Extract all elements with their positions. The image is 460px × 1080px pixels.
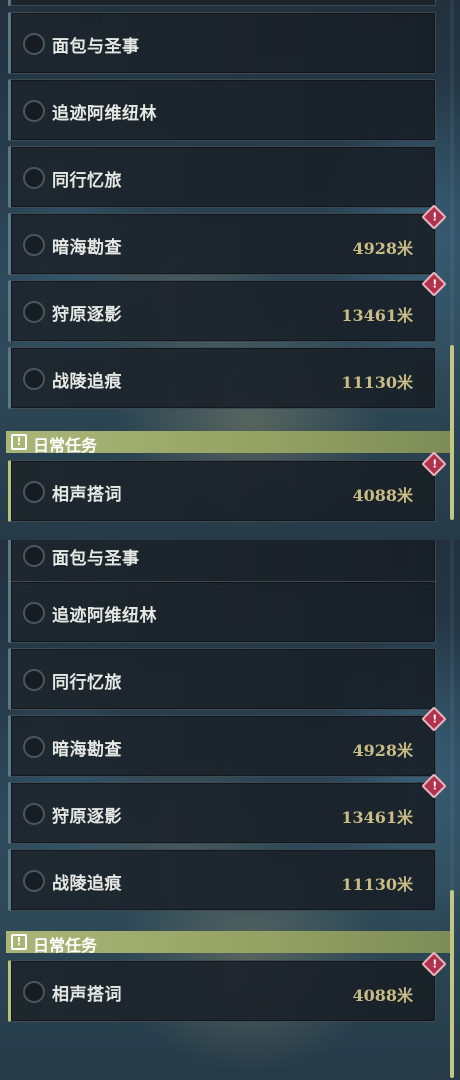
exclamation-icon: ! [11, 434, 27, 450]
quest-panel-bottom: 面包与圣事 追迹阿维纽林 同行忆旅 暗海勘查 4928米 ! 狩原逐影 1346… [0, 540, 460, 1080]
quest-distance: 11130米 [341, 373, 413, 392]
track-radio-icon[interactable] [23, 803, 45, 825]
alert-glyph: ! [432, 457, 438, 471]
scrollbar-thumb[interactable] [450, 890, 454, 1078]
quest-name: 追迹阿维纽林 [52, 606, 157, 626]
track-radio-icon[interactable] [23, 33, 45, 55]
quest-name: 暗海勘查 [52, 238, 122, 258]
track-radio-icon[interactable] [23, 234, 45, 256]
track-radio-icon[interactable] [23, 602, 45, 624]
track-radio-icon[interactable] [23, 301, 45, 323]
track-radio-icon[interactable] [23, 167, 45, 189]
quest-card[interactable]: 暗海勘查 4928米 ! [8, 204, 447, 275]
quest-name: 同行忆旅 [52, 171, 122, 191]
track-radio-icon[interactable] [23, 870, 45, 892]
quest-name: 相声搭词 [52, 485, 122, 505]
alert-diamond-icon: ! [421, 951, 447, 977]
quest-card[interactable]: 面包与圣事 [8, 540, 436, 586]
quest-name: 追迹阿维纽林 [52, 104, 157, 124]
section-title: 日常任务 [33, 936, 98, 955]
quest-list: 面包与圣事 追迹阿维纽林 同行忆旅 暗海勘查 4928米 ! 狩原逐影 1346… [0, 0, 460, 540]
quest-card[interactable]: 狩原逐影 13461米 ! [8, 271, 447, 342]
quest-distance: 4088米 [352, 486, 413, 505]
track-radio-icon[interactable] [23, 368, 45, 390]
scrollbar-track[interactable] [450, 540, 454, 890]
quest-card[interactable]: 战陵追痕 11130米 [8, 347, 436, 409]
quest-card[interactable]: 同行忆旅 [8, 648, 436, 710]
alert-diamond-icon: ! [421, 204, 447, 230]
track-radio-icon[interactable] [23, 736, 45, 758]
quest-card[interactable]: 追迹阿维纽林 [8, 581, 436, 643]
alert-diamond-icon: ! [421, 706, 447, 732]
scrollbar-thumb[interactable] [450, 345, 454, 520]
quest-card-daily[interactable]: 相声搭词 4088米 ! [8, 451, 447, 522]
alert-glyph: ! [432, 277, 438, 291]
quest-card[interactable]: 暗海勘查 4928米 ! [8, 706, 447, 777]
alert-glyph: ! [432, 957, 438, 971]
quest-name: 战陵追痕 [52, 874, 122, 894]
quest-name: 狩原逐影 [52, 807, 122, 827]
exclamation-icon: ! [11, 934, 27, 950]
alert-diamond-icon: ! [421, 271, 447, 297]
quest-distance: 4928米 [352, 741, 413, 760]
section-header-daily: ! 日常任务 [6, 431, 452, 455]
quest-name: 暗海勘查 [52, 740, 122, 760]
quest-name: 面包与圣事 [52, 549, 140, 569]
quest-panel-top: 面包与圣事 追迹阿维纽林 同行忆旅 暗海勘查 4928米 ! 狩原逐影 1346… [0, 0, 460, 540]
quest-distance: 4088米 [352, 986, 413, 1005]
quest-card[interactable]: 面包与圣事 [8, 12, 436, 74]
quest-name: 面包与圣事 [52, 37, 140, 57]
section-title: 日常任务 [33, 436, 98, 455]
quest-card-daily[interactable]: 相声搭词 4088米 ! [8, 951, 447, 1022]
quest-name: 狩原逐影 [52, 305, 122, 325]
alert-diamond-icon: ! [421, 773, 447, 799]
track-radio-icon[interactable] [23, 669, 45, 691]
alert-diamond-icon: ! [421, 451, 447, 477]
quest-distance: 13461米 [341, 306, 413, 325]
track-radio-icon[interactable] [23, 100, 45, 122]
alert-glyph: ! [432, 779, 438, 793]
section-header-daily: ! 日常任务 [6, 931, 452, 955]
quest-distance: 13461米 [341, 808, 413, 827]
quest-distance: 11130米 [341, 875, 413, 894]
quest-card[interactable]: 同行忆旅 [8, 146, 436, 208]
quest-list: 面包与圣事 追迹阿维纽林 同行忆旅 暗海勘查 4928米 ! 狩原逐影 1346… [0, 540, 460, 1078]
quest-distance: 4928米 [352, 239, 413, 258]
quest-card[interactable]: 追迹阿维纽林 [8, 79, 436, 141]
track-radio-icon[interactable] [23, 545, 45, 567]
quest-card[interactable]: 战陵追痕 11130米 [8, 849, 436, 911]
quest-name: 相声搭词 [52, 985, 122, 1005]
partial-quest-card[interactable] [8, 0, 436, 6]
alert-glyph: ! [432, 210, 438, 224]
track-radio-icon[interactable] [23, 981, 45, 1003]
quest-name: 同行忆旅 [52, 673, 122, 693]
scrollbar-track[interactable] [450, 0, 454, 345]
quest-card[interactable]: 狩原逐影 13461米 ! [8, 773, 447, 844]
alert-glyph: ! [432, 712, 438, 726]
quest-name: 战陵追痕 [52, 372, 122, 392]
track-radio-icon[interactable] [23, 481, 45, 503]
